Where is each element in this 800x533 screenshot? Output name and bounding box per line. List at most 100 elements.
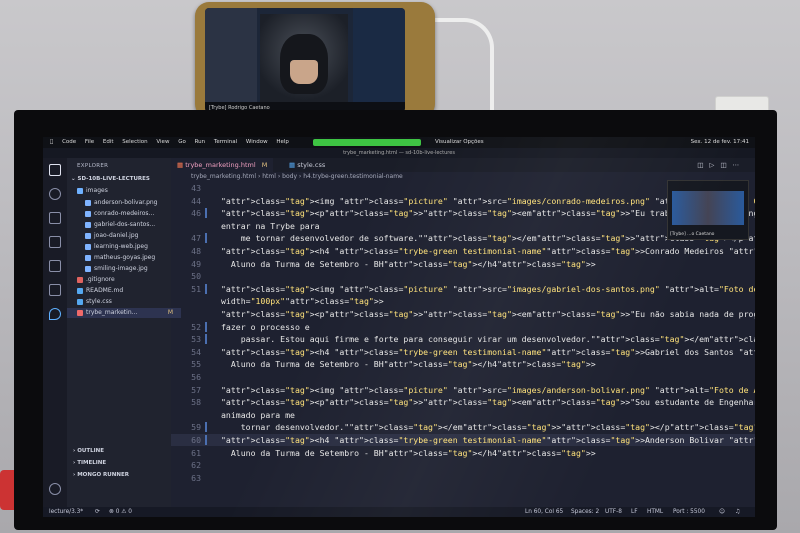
screen-share-indicator[interactable] xyxy=(313,139,421,146)
line-number: 54 xyxy=(191,346,201,357)
breadcrumb-file[interactable]: trybe_marketing.html xyxy=(191,173,256,180)
language-mode[interactable]: HTML xyxy=(647,507,663,517)
file-label: joao-daniel.jpg xyxy=(94,232,139,239)
remote-explorer-icon[interactable] xyxy=(49,284,61,296)
explorer-icon[interactable] xyxy=(49,164,61,176)
monitor:  Code File Edit Selection View Go Run T… xyxy=(14,110,777,530)
section-mongo-runner[interactable]: › MONGO RUNNER xyxy=(67,470,177,480)
code-line[interactable]: 48 "attr">class="tag"><h4 "attr">class="t… xyxy=(171,245,755,257)
menu-selection[interactable]: Selection xyxy=(122,137,147,148)
code-line[interactable]: 54 "attr">class="tag"><h4 "attr">class="t… xyxy=(171,346,755,358)
menu-terminal[interactable]: Terminal xyxy=(214,137,237,148)
live-server-port[interactable]: Port : 5500 xyxy=(673,507,705,517)
file-label: README.md xyxy=(86,287,124,294)
file-icon xyxy=(77,309,83,316)
code-line[interactable]: animado para me xyxy=(171,409,755,421)
line-ending[interactable]: LF xyxy=(631,507,638,517)
cursor-position[interactable]: Ln 60, Col 65 xyxy=(525,507,563,517)
code-text: passar. Estou aqui firme e forte para co… xyxy=(221,334,755,345)
problems-indicator[interactable]: ⊗ 0 ⚠ 0 xyxy=(109,507,132,517)
line-number: 48 xyxy=(191,246,201,256)
breadcrumb-h4[interactable]: h4.trybe-green.testimonial-name xyxy=(303,173,403,180)
code-line[interactable]: 56 xyxy=(171,371,755,383)
git-branch[interactable]: lecture/3.3* xyxy=(49,507,83,517)
code-line[interactable]: 51 "attr">class="tag"><img "attr">class="… xyxy=(171,283,755,295)
code-line[interactable]: 59 tornar desenvolvedor.""attr">class="t… xyxy=(171,421,755,433)
apple-icon[interactable]:  xyxy=(50,137,53,148)
tab-style-css[interactable]: ▦ style.css xyxy=(283,158,331,172)
file-item[interactable]: README.md xyxy=(67,286,181,296)
html-file-icon: ▦ xyxy=(177,161,186,169)
line-number: 63 xyxy=(191,472,201,483)
file-item[interactable]: style.css xyxy=(67,297,181,307)
code-line[interactable]: 58 "attr">class="tag"><p"attr">class="tag… xyxy=(171,396,755,408)
folder-images[interactable]: images xyxy=(67,186,181,196)
feedback-icon[interactable]: ☺ xyxy=(719,507,725,517)
menu-edit[interactable]: Edit xyxy=(103,137,114,148)
code-line[interactable]: 49 Aluno da Turma de Setembro - BH"attr"… xyxy=(171,258,755,270)
workspace-folder[interactable]: ⌄ SD-10B-LIVE-LECTURES xyxy=(67,174,175,184)
extensions-icon[interactable] xyxy=(49,236,61,248)
gear-icon[interactable] xyxy=(49,483,61,495)
file-label: matheus-goyas.jpeg xyxy=(94,254,156,261)
git-change-marker xyxy=(205,208,207,219)
code-line[interactable]: "attr">class="tag"><p"attr">class="tag">… xyxy=(171,308,755,320)
line-number: 44 xyxy=(191,195,201,206)
file-label: smiling-image.jpg xyxy=(94,265,148,272)
mongo-runner-label: MONGO RUNNER xyxy=(77,472,129,478)
menu-code[interactable]: Code xyxy=(62,137,76,148)
menu-view[interactable]: View xyxy=(156,137,169,148)
phone-video-left-panel xyxy=(205,8,257,112)
bell-icon[interactable]: ♫ xyxy=(735,507,740,517)
mongodb-icon[interactable] xyxy=(49,308,61,320)
git-change-marker xyxy=(205,334,207,345)
code-line[interactable]: 55 Aluno da Turma de Setembro - BH"attr"… xyxy=(171,358,755,370)
menu-help[interactable]: Help xyxy=(276,137,289,148)
git-change-marker xyxy=(205,233,207,244)
file-item[interactable]: .gitignore xyxy=(67,275,181,285)
share-options-label[interactable]: Visualizar Opções xyxy=(435,137,484,148)
code-line[interactable]: width="100px""attr">class="tag">> xyxy=(171,295,755,307)
code-line[interactable]: 61 Aluno da Turma de Setembro - BH"attr"… xyxy=(171,447,755,459)
menu-go[interactable]: Go xyxy=(178,137,186,148)
file-icon xyxy=(85,265,91,272)
menu-run[interactable]: Run xyxy=(195,137,206,148)
file-item[interactable]: trybe_marketin... M xyxy=(67,308,181,318)
sync-icon[interactable]: ⟳ xyxy=(95,507,100,517)
mac-menubar:  Code File Edit Selection View Go Run T… xyxy=(43,137,755,148)
encoding[interactable]: UTF-8 xyxy=(605,507,622,517)
phone-video-right-panel xyxy=(353,8,405,112)
editor-actions[interactable]: ◫▷◫⋯ xyxy=(697,158,745,172)
code-line[interactable]: 57 "attr">class="tag"><img "attr">class="… xyxy=(171,384,755,396)
search-icon[interactable] xyxy=(49,188,61,200)
line-number: 62 xyxy=(191,460,201,471)
code-line[interactable]: 60 "attr">class="tag"><h4 "attr">class="t… xyxy=(171,434,755,446)
menu-file[interactable]: File xyxy=(85,137,94,148)
code-text: "attr">class="tag"><p"attr">class="tag">… xyxy=(221,309,755,319)
file-icon xyxy=(85,254,91,261)
line-number: 53 xyxy=(191,334,201,345)
breadcrumb-html[interactable]: html xyxy=(262,173,276,180)
line-number: 43 xyxy=(191,183,201,193)
source-control-icon[interactable] xyxy=(49,212,61,224)
code-line[interactable]: 63 xyxy=(171,472,755,484)
webcam-overlay[interactable]: [Trybe] ...o Caetano xyxy=(667,180,749,240)
code-text: "attr">class="tag"><img "attr">class="pi… xyxy=(221,283,755,294)
run-debug-icon[interactable] xyxy=(49,260,61,272)
phone-screen: [Trybe] Rodrigo Caetano xyxy=(205,8,405,112)
indentation[interactable]: Spaces: 2 xyxy=(571,507,599,517)
section-outline[interactable]: › OUTLINE xyxy=(67,446,177,456)
code-line[interactable]: 52 fazer o processo e xyxy=(171,321,755,333)
file-icon xyxy=(85,221,91,228)
line-number: 55 xyxy=(191,359,201,370)
tab-trybe-marketing[interactable]: ▦ trybe_marketing.html M xyxy=(171,158,274,172)
code-line[interactable]: 53 passar. Estou aqui firme e forte para… xyxy=(171,333,755,345)
code-line[interactable]: 62 xyxy=(171,459,755,471)
breadcrumb-body[interactable]: body xyxy=(282,173,297,180)
code-line[interactable]: 50 xyxy=(171,270,755,282)
line-number: 60 xyxy=(191,435,201,445)
menu-window[interactable]: Window xyxy=(246,137,268,148)
section-timeline[interactable]: › TIMELINE xyxy=(67,458,177,468)
smartphone: [Trybe] Rodrigo Caetano xyxy=(195,2,435,118)
face-image xyxy=(290,60,318,84)
